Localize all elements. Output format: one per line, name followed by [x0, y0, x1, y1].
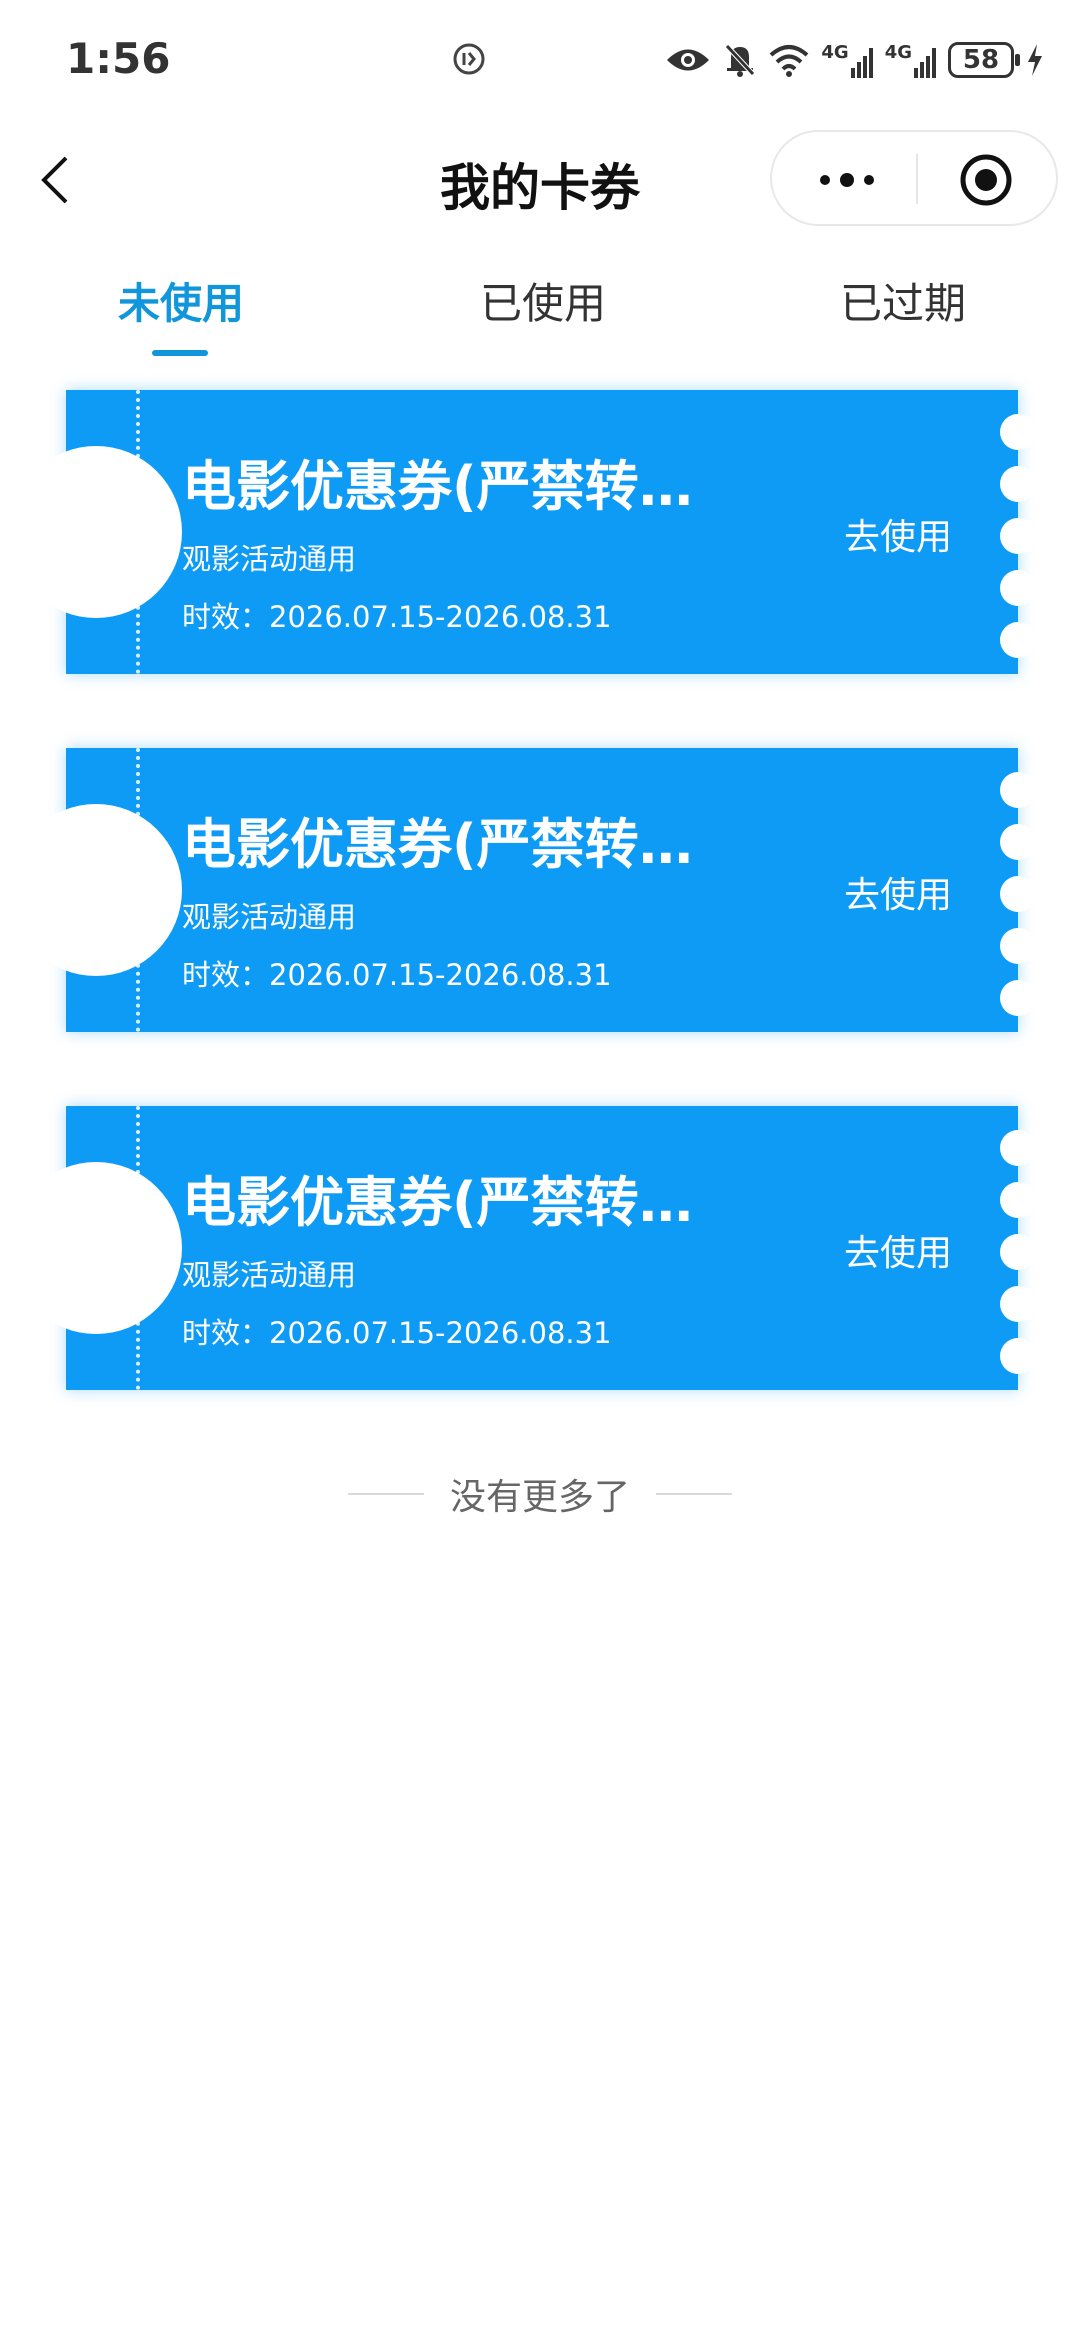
coupon-scallop [1000, 1338, 1036, 1374]
divider-line [347, 1493, 424, 1495]
sync-icon [453, 43, 485, 75]
tab-indicator [152, 350, 208, 356]
use-coupon-button[interactable]: 去使用 [844, 508, 952, 560]
coupon-scallop [1000, 1130, 1036, 1166]
network-label: 4G [821, 42, 849, 63]
coupon-perforation [136, 748, 140, 1032]
close-target-icon[interactable] [958, 152, 1014, 208]
wifi-icon [770, 45, 809, 77]
signal-4g-icon: 4G [885, 42, 936, 78]
coupon-title: 电影优惠券(严禁转卖… [182, 455, 742, 518]
coupon-desc: 观影活动通用 [182, 900, 357, 934]
status-time: 1:56 [66, 34, 171, 83]
coupon-scallop [1000, 466, 1036, 502]
coupon-scallop [1000, 928, 1036, 964]
coupon-card[interactable]: 电影优惠券(严禁转卖… 观影活动通用 时效：2026.07.15-2026.08… [10, 1106, 1036, 1390]
coupon-notch [10, 804, 182, 976]
nav-bar: 我的卡券 [0, 120, 1080, 240]
status-icons: 4G 4G 58 [665, 36, 1044, 84]
battery-icon: 58 [948, 42, 1020, 78]
coupon-perforation [136, 1106, 140, 1390]
coupon-scallop [1000, 1286, 1036, 1322]
charging-icon [1028, 44, 1042, 76]
coupon-title: 电影优惠券(严禁转卖… [182, 813, 742, 876]
battery-level: 58 [962, 45, 1000, 75]
coupon-notch [10, 1162, 182, 1334]
coupon-card[interactable]: 电影优惠券(严禁转卖… 观影活动通用 时效：2026.07.15-2026.08… [10, 748, 1036, 1032]
eye-icon [667, 49, 710, 71]
coupon-scallop [1000, 1182, 1036, 1218]
coupon-perforation [136, 390, 140, 674]
coupon-scallop [1000, 570, 1036, 606]
coupon-list: 电影优惠券(严禁转卖… 观影活动通用 时效：2026.07.15-2026.08… [10, 390, 1036, 1464]
no-more-text: 没有更多了 [449, 1477, 630, 1518]
coupon-card[interactable]: 电影优惠券(严禁转卖… 观影活动通用 时效：2026.07.15-2026.08… [10, 390, 1036, 674]
tab-expired[interactable]: 已过期 [840, 270, 966, 331]
mini-program-capsule [770, 130, 1058, 226]
coupon-scallop [1000, 622, 1036, 658]
more-button[interactable] [806, 132, 888, 228]
tab-unused[interactable]: 未使用 [118, 270, 244, 331]
coupon-scallop [1000, 414, 1036, 450]
network-label: 4G [884, 42, 912, 63]
capsule-divider [916, 154, 918, 204]
coupon-scallop [1000, 824, 1036, 860]
coupon-desc: 观影活动通用 [182, 542, 357, 576]
coupon-scallop [1000, 876, 1036, 912]
coupon-tabs: 未使用 已使用 已过期 [0, 260, 1080, 360]
bell-muted-icon [725, 44, 756, 77]
coupon-notch [10, 446, 182, 618]
tab-used[interactable]: 已使用 [480, 270, 606, 331]
use-coupon-button[interactable]: 去使用 [844, 1224, 952, 1276]
coupon-validity: 时效：2026.07.15-2026.08.31 [182, 600, 612, 634]
coupon-scallop [1000, 980, 1036, 1016]
status-bar: 1:56 4G 4G 58 [0, 0, 1080, 120]
coupon-scallop [1000, 518, 1036, 554]
coupon-scallop [1000, 1234, 1036, 1270]
coupon-title: 电影优惠券(严禁转卖… [182, 1171, 742, 1234]
coupon-validity: 时效：2026.07.15-2026.08.31 [182, 1316, 612, 1350]
coupon-desc: 观影活动通用 [182, 1258, 357, 1292]
use-coupon-button[interactable]: 去使用 [844, 866, 952, 918]
coupon-scallop [1000, 772, 1036, 808]
list-end-indicator: 没有更多了 [0, 1468, 1080, 1520]
divider-line [656, 1493, 732, 1495]
signal-4g-icon: 4G [821, 42, 873, 78]
coupon-validity: 时效：2026.07.15-2026.08.31 [182, 958, 612, 992]
more-dots-icon [820, 173, 874, 187]
